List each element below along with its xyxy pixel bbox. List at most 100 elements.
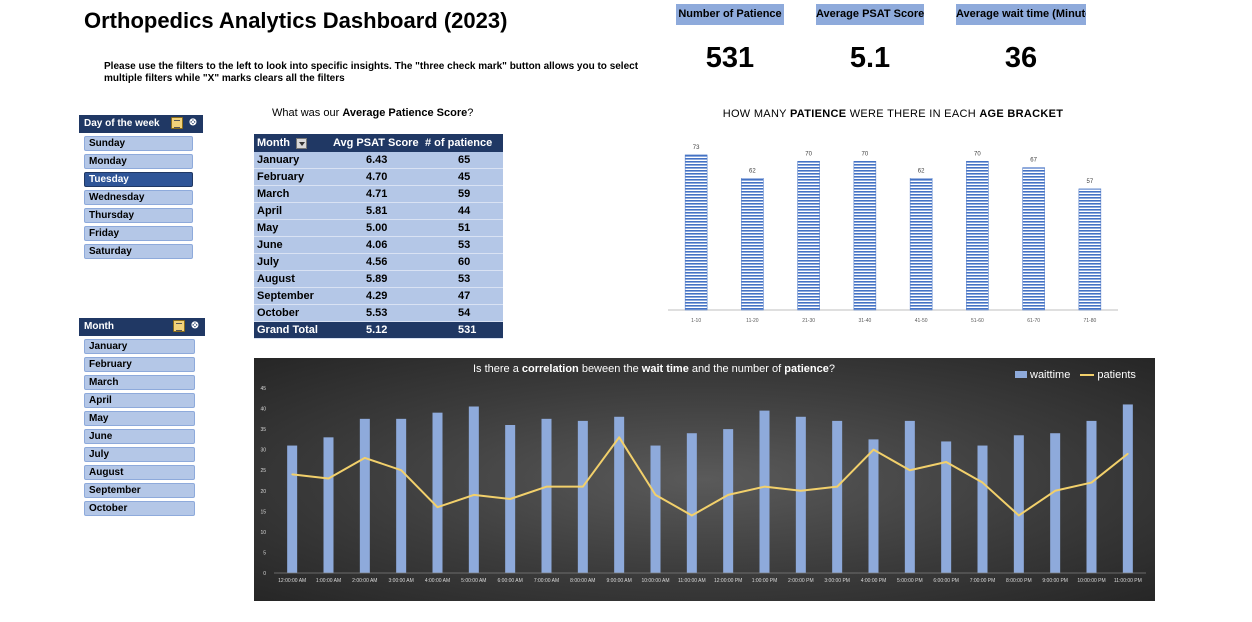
slicer-item-may[interactable]: May <box>84 411 195 426</box>
patients-point <box>981 481 984 484</box>
patients-point <box>1054 489 1056 492</box>
pivot-cell-count: 65 <box>422 152 503 169</box>
pivot-cell-psat: 5.53 <box>330 304 422 322</box>
slicer-item-august[interactable]: August <box>84 465 195 480</box>
corr-x-tick: 8:00:00 PM <box>1006 578 1032 584</box>
slicer-item-sunday[interactable]: Sunday <box>84 136 193 151</box>
table-row: June 4.06 53 <box>254 236 503 254</box>
day-slicer-header: Day of the week ⊗ <box>79 115 203 133</box>
slicer-item-september[interactable]: September <box>84 483 195 498</box>
patients-point <box>327 477 330 480</box>
slicer-item-july[interactable]: July <box>84 447 195 462</box>
pivot-cell-psat: 4.56 <box>330 253 422 271</box>
pivot-cell-count: 47 <box>422 287 503 305</box>
corr-y-tick: 5 <box>263 550 266 556</box>
month-slicer-title: Month <box>84 321 114 332</box>
corr-x-tick: 10:00:00 AM <box>641 578 669 584</box>
corr-x-tick: 1:00:00 PM <box>752 578 778 584</box>
patients-point <box>473 494 475 496</box>
slicer-item-june[interactable]: June <box>84 429 195 444</box>
patients-point <box>654 494 657 496</box>
clear-filter-icon[interactable]: ⊗ <box>187 117 199 129</box>
corr-x-tick: 12:00:00 PM <box>714 578 742 584</box>
age-bar <box>909 178 933 311</box>
pivot-cell-count: 60 <box>422 253 503 271</box>
pivot-total-row: Grand Total 5.12 531 <box>254 321 503 339</box>
kpi-psat-value: 5.1 <box>849 42 891 74</box>
patients-point <box>800 489 802 492</box>
pivot-cell-count: 44 <box>422 202 503 220</box>
age-tick-label: 41-50 <box>915 318 928 324</box>
kpi-waittime-value: 36 <box>1004 42 1038 74</box>
slicer-item-thursday[interactable]: Thursday <box>84 208 193 223</box>
waittime-bar <box>795 416 806 573</box>
age-tick-label: 71-80 <box>1083 318 1096 324</box>
month-slicer-items: January February March April May June July Augu… <box>79 339 195 516</box>
filter-dropdown-icon[interactable] <box>295 137 307 149</box>
pivot-caption-post: ? <box>467 107 474 119</box>
patients-point <box>836 485 838 488</box>
patients-point <box>727 494 729 496</box>
pivot-cell-month: January <box>254 152 330 169</box>
age-data-label: 62 <box>918 168 925 174</box>
waittime-bar <box>723 429 734 573</box>
pivot-col-month: Month <box>254 134 330 152</box>
waittime-bar <box>614 416 625 573</box>
corr-y-tick: 40 <box>260 407 266 413</box>
pivot-cell-count: 54 <box>422 304 503 322</box>
pivot-cell-count: 45 <box>422 168 503 186</box>
waittime-bar <box>323 437 334 573</box>
multi-select-icon[interactable] <box>173 320 185 332</box>
age-tick-label: 1-10 <box>691 318 701 324</box>
patients-point <box>763 485 766 488</box>
waittime-bar <box>432 412 443 573</box>
slicer-item-january[interactable]: January <box>84 339 195 354</box>
table-row: April 5.81 44 <box>254 202 503 220</box>
age-data-label: 70 <box>805 151 812 157</box>
corr-x-tick: 3:00:00 PM <box>824 578 850 584</box>
kpi-patients-label: Number of Patience <box>676 4 784 25</box>
age-title-part: PATIENCE <box>789 108 847 120</box>
corr-x-tick: 4:00:00 AM <box>425 578 450 584</box>
instructions-text: Please use the filters to the left to lo… <box>104 61 639 84</box>
waittime-bar <box>396 418 407 573</box>
slicer-item-tuesday[interactable]: Tuesday <box>84 172 193 187</box>
patients-point <box>582 485 584 488</box>
patients-point <box>545 485 548 488</box>
slicer-item-april[interactable]: April <box>84 393 195 408</box>
multi-select-icon[interactable] <box>171 117 183 129</box>
slicer-item-wednesday[interactable]: Wednesday <box>84 190 193 205</box>
age-title-part: WERE THERE IN EACH <box>846 108 980 120</box>
slicer-item-october[interactable]: October <box>84 501 195 516</box>
pivot-cell-month: February <box>254 168 330 186</box>
slicer-item-february[interactable]: February <box>84 357 195 372</box>
corr-x-tick: 5:00:00 AM <box>461 578 486 584</box>
clear-filter-icon[interactable]: ⊗ <box>189 320 201 332</box>
age-bracket-chart: 73 1-10 62 11-20 70 21-30 70 31-40 62 41-50 70 51-6… <box>668 145 1118 324</box>
slicer-item-monday[interactable]: Monday <box>84 154 193 169</box>
corr-x-tick: 10:00:00 PM <box>1077 578 1105 584</box>
pivot-cell-month: March <box>254 185 330 203</box>
corr-x-tick: 1:00:00 AM <box>316 578 341 584</box>
corr-x-tick: 5:00:00 PM <box>897 578 923 584</box>
slicer-item-friday[interactable]: Friday <box>84 226 193 241</box>
pivot-col-count: # of patience <box>422 134 503 152</box>
table-row: January 6.43 65 <box>254 152 503 169</box>
slicer-item-saturday[interactable]: Saturday <box>84 244 193 259</box>
waittime-bar <box>904 420 915 573</box>
waittime-bar <box>541 418 552 573</box>
age-tick-label: 51-60 <box>971 318 984 324</box>
slicer-item-march[interactable]: March <box>84 375 195 390</box>
age-tick-label: 31-40 <box>858 318 871 324</box>
age-data-label: 70 <box>862 151 869 157</box>
waittime-bar <box>686 433 697 573</box>
pivot-header-row: Month Avg PSAT Score # of patience <box>254 134 503 152</box>
corr-y-tick: 30 <box>260 448 266 454</box>
pivot-total-cell: 5.12 <box>330 321 422 339</box>
month-slicer-header: Month ⊗ <box>79 318 205 336</box>
psat-pivot-table: Month Avg PSAT Score # of patience Janua… <box>254 134 503 339</box>
month-slicer: Month ⊗ January February March April May June… <box>79 318 205 516</box>
pivot-cell-month: October <box>254 304 330 322</box>
corr-x-tick: 7:00:00 PM <box>970 578 996 584</box>
kpi-waittime-label: Average wait time (Minutes) <box>956 4 1086 25</box>
